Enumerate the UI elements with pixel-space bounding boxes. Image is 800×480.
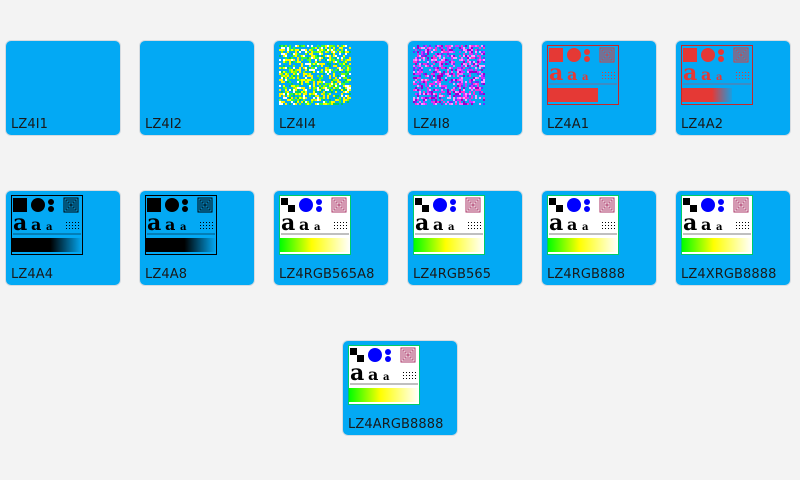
image-tile-label: LZ4A1 <box>547 117 590 132</box>
image-tile-label: LZ4ARGB8888 <box>348 417 444 432</box>
image-thumbnail <box>11 45 83 105</box>
svg-text:a: a <box>701 215 711 234</box>
image-tile-lz4i4[interactable]: LZ4I4 <box>273 40 389 136</box>
image-tile-label: LZ4I2 <box>145 117 183 132</box>
image-thumbnail: aaa <box>413 195 485 255</box>
svg-text:a: a <box>299 215 309 234</box>
svg-text:a: a <box>582 222 589 233</box>
svg-text:a: a <box>46 222 53 233</box>
image-thumbnail: aaa <box>279 195 351 255</box>
image-tile-label: LZ4RGB565A8 <box>279 267 375 282</box>
svg-text:a: a <box>13 210 27 236</box>
svg-text:a: a <box>281 210 295 236</box>
image-tile-lz4a1[interactable]: a a a LZ4A1 <box>541 40 657 136</box>
image-tile-lz4a4[interactable]: a a a LZ4A4 <box>5 190 121 286</box>
image-thumbnail: aaa <box>348 345 420 405</box>
svg-text:a: a <box>180 222 187 233</box>
image-thumbnail: aaa <box>547 45 619 105</box>
svg-text:a: a <box>683 60 697 86</box>
image-thumbnail: aaa <box>681 195 753 255</box>
svg-text:a: a <box>350 360 364 386</box>
image-tile-label: LZ4XRGB8888 <box>681 267 777 282</box>
svg-text:a: a <box>582 72 589 83</box>
svg-text:a: a <box>549 60 563 86</box>
image-tile-lz4i1[interactable]: LZ4I1 <box>5 40 121 136</box>
image-tile-label: LZ4RGB888 <box>547 267 626 282</box>
image-tile-label: LZ4A4 <box>11 267 54 282</box>
svg-text:a: a <box>683 210 697 236</box>
image-tile-lz4rgb888[interactable]: a a a LZ4RGB888 <box>541 190 657 286</box>
svg-text:a: a <box>147 210 161 236</box>
svg-text:a: a <box>716 72 723 83</box>
svg-text:a: a <box>433 215 443 234</box>
svg-text:a: a <box>567 215 577 234</box>
svg-text:a: a <box>31 215 41 234</box>
image-thumbnail: aaa <box>11 195 83 255</box>
svg-text:a: a <box>314 222 321 233</box>
svg-text:a: a <box>165 215 175 234</box>
svg-text:a: a <box>368 365 378 384</box>
svg-text:a: a <box>383 372 390 383</box>
svg-text:a: a <box>701 65 711 84</box>
image-thumbnail: aaa <box>145 195 217 255</box>
image-tile-label: LZ4A8 <box>145 267 188 282</box>
image-tile-lz4a8[interactable]: a a a LZ4A8 <box>139 190 255 286</box>
image-thumbnail <box>413 45 485 105</box>
svg-text:a: a <box>448 222 455 233</box>
image-tile-label: LZ4A2 <box>681 117 724 132</box>
image-thumbnail: aaa <box>681 45 753 105</box>
image-thumbnail <box>279 45 351 105</box>
image-tile-lz4xrgb8888[interactable]: a a a LZ4XRGB8888 <box>675 190 791 286</box>
image-thumbnail <box>145 45 217 105</box>
image-tile-lz4argb8888[interactable]: a a a LZ4ARGB8888 <box>342 340 458 436</box>
image-tile-label: LZ4I4 <box>279 117 317 132</box>
image-tile-lz4rgb565[interactable]: a a a LZ4RGB565 <box>407 190 523 286</box>
image-tile-lz4i8[interactable]: LZ4I8 <box>407 40 523 136</box>
svg-text:a: a <box>567 65 577 84</box>
image-thumbnail: aaa <box>547 195 619 255</box>
image-tile-label: LZ4I1 <box>11 117 49 132</box>
svg-text:a: a <box>415 210 429 236</box>
image-tile-label: LZ4I8 <box>413 117 451 132</box>
svg-text:a: a <box>716 222 723 233</box>
svg-text:a: a <box>549 210 563 236</box>
image-tile-label: LZ4RGB565 <box>413 267 492 282</box>
image-tile-lz4rgb565a8[interactable]: a a a LZ4RGB565A8 <box>273 190 389 286</box>
image-tile-lz4a2[interactable]: a a a LZ4A2 <box>675 40 791 136</box>
image-tile-lz4i2[interactable]: LZ4I2 <box>139 40 255 136</box>
